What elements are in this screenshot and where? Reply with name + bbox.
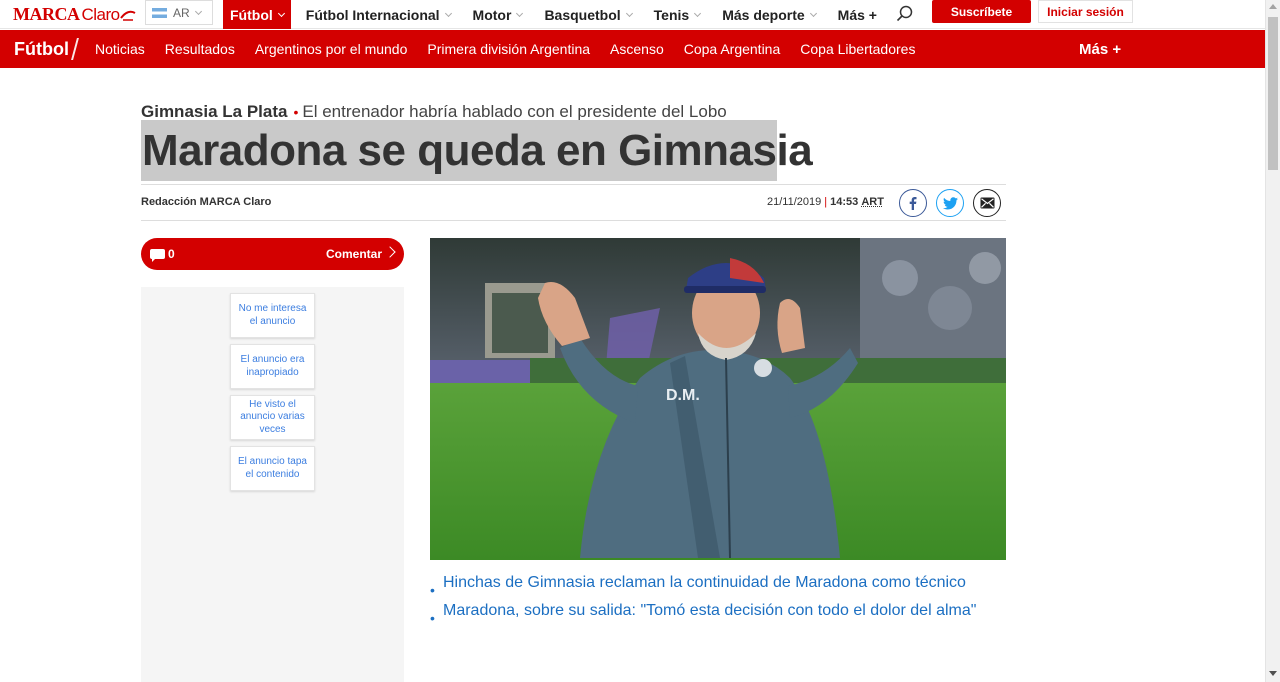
- login-button[interactable]: Iniciar sesión: [1038, 0, 1133, 23]
- comment-label: Comentar: [326, 247, 383, 261]
- jacket-text: D.M.: [666, 387, 700, 404]
- nav-item-mas[interactable]: Más +: [831, 0, 884, 29]
- scrollbar[interactable]: [1265, 0, 1280, 682]
- comment-count: 0: [168, 247, 175, 261]
- chevron-down-icon: [444, 9, 452, 17]
- related-link[interactable]: Maradona, sobre su salida: "Tomó esta de…: [430, 600, 1006, 629]
- chevron-down-icon: [516, 9, 524, 17]
- email-icon: [980, 197, 994, 209]
- share-facebook-button[interactable]: [899, 189, 927, 217]
- twitter-icon: [942, 196, 958, 209]
- nav-label: Fútbol: [230, 6, 273, 23]
- scroll-thumb[interactable]: [1268, 17, 1278, 170]
- article-date: 21/11/2019 | 14:53 ART: [767, 196, 884, 208]
- nav-label: Motor: [472, 6, 512, 23]
- section-bar: Fútbol Noticias Resultados Argentinos po…: [0, 30, 1265, 68]
- logo-marca: MARCA: [13, 4, 80, 24]
- divider: [141, 184, 1006, 185]
- argentina-flag-icon: [152, 7, 167, 18]
- divider: [141, 220, 1006, 221]
- nav-label: Tenis: [653, 6, 690, 23]
- nav-label: Más deporte: [722, 6, 805, 23]
- nav-label: Fútbol Internacional: [305, 6, 440, 23]
- comment-icon: [150, 249, 165, 262]
- nav-item-mas-deporte[interactable]: Más deporte: [715, 0, 822, 29]
- date-value: 21/11/2019: [767, 196, 822, 208]
- ad-feedback-inappropriate[interactable]: El anuncio era inapropiado: [230, 344, 315, 389]
- time-value: 14:53: [830, 196, 859, 208]
- section-link-copa-libertadores[interactable]: Copa Libertadores: [790, 41, 925, 57]
- section-link-resultados[interactable]: Resultados: [155, 41, 245, 57]
- timezone: ART: [861, 196, 884, 208]
- nav-item-tenis[interactable]: Tenis: [647, 0, 708, 29]
- country-selector[interactable]: AR: [145, 0, 213, 25]
- ad-feedback-not-interested[interactable]: No me interesa el anuncio: [230, 293, 315, 338]
- photo-illustration: D.M.: [430, 238, 1006, 560]
- chevron-right-icon: [384, 246, 396, 258]
- country-code: AR: [173, 5, 190, 20]
- chevron-down-icon: [809, 9, 817, 17]
- share-email-button[interactable]: [973, 189, 1001, 217]
- article-kicker: Gimnasia La Plata • El entrenador habría h…: [141, 102, 727, 122]
- article-headline: Maradona se queda en Gimnasia: [141, 120, 813, 181]
- section-title[interactable]: Fútbol: [14, 30, 69, 68]
- article-author: Redacción MARCA Claro: [141, 196, 272, 208]
- section-link-argentinos-por-el-mundo[interactable]: Argentinos por el mundo: [245, 41, 418, 57]
- related-link[interactable]: Hinchas de Gimnasia reclaman la continui…: [430, 572, 1006, 601]
- section-link-ascenso[interactable]: Ascenso: [600, 41, 674, 57]
- related-links: Hinchas de Gimnasia reclaman la continui…: [430, 572, 1006, 629]
- search-icon[interactable]: [896, 5, 914, 23]
- kicker-tag[interactable]: Gimnasia La Plata: [141, 102, 287, 121]
- facebook-icon: [909, 197, 917, 210]
- main-nav: Fútbol Fútbol Internacional Motor Basque…: [223, 0, 884, 29]
- share-twitter-button[interactable]: [936, 189, 964, 217]
- section-divider: [71, 38, 79, 60]
- section-link-copa-argentina[interactable]: Copa Argentina: [674, 41, 791, 57]
- logo-swoosh-icon: [119, 10, 136, 21]
- top-bar: MARCA Claro AR Fútbol Fútbol Internacion…: [0, 0, 1265, 29]
- ad-feedback-covers-content[interactable]: El anuncio tapa el contenido: [230, 446, 315, 491]
- nav-label: Más +: [837, 6, 877, 23]
- marca-claro-logo[interactable]: MARCA Claro: [13, 0, 136, 29]
- scroll-up-arrow-icon[interactable]: [1269, 4, 1277, 9]
- chevron-down-icon: [694, 9, 702, 17]
- scroll-down-arrow-icon[interactable]: [1269, 671, 1277, 676]
- chevron-down-icon: [194, 7, 202, 15]
- kicker-text: El entrenador habría hablado con el pres…: [302, 102, 727, 121]
- chevron-down-icon: [277, 9, 285, 17]
- bullet-icon: •: [293, 104, 299, 120]
- section-more-button[interactable]: Más +: [1079, 30, 1121, 68]
- section-link-noticias[interactable]: Noticias: [85, 41, 155, 57]
- nav-item-motor[interactable]: Motor: [466, 0, 530, 29]
- nav-item-futbol-internacional[interactable]: Fútbol Internacional: [299, 0, 458, 29]
- nav-item-futbol[interactable]: Fútbol: [223, 0, 291, 29]
- comment-bar[interactable]: 0 Comentar: [141, 238, 404, 270]
- article-photo[interactable]: D.M.: [430, 238, 1006, 560]
- nav-label: Basquetbol: [544, 6, 621, 23]
- ad-feedback-panel: No me interesa el anuncio El anuncio era…: [141, 287, 404, 682]
- ad-feedback-seen-multiple-times[interactable]: He visto el anuncio varias veces: [230, 395, 315, 440]
- logo-claro: Claro: [81, 4, 121, 24]
- nav-item-basquetbol[interactable]: Basquetbol: [537, 0, 638, 29]
- section-nav: Noticias Resultados Argentinos por el mu…: [85, 30, 925, 68]
- section-link-primera-division[interactable]: Primera división Argentina: [417, 41, 600, 57]
- chevron-down-icon: [625, 9, 633, 17]
- subscribe-button[interactable]: Suscríbete: [932, 0, 1031, 23]
